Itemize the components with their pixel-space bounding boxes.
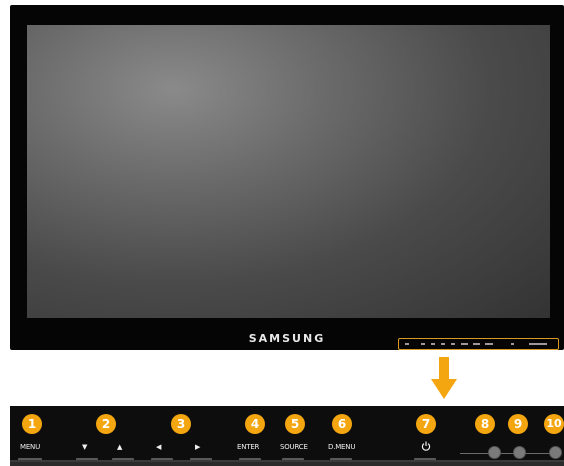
mini-button-icon [405, 343, 409, 345]
mini-button-icon [451, 343, 455, 345]
sensor-10 [549, 446, 562, 459]
sensor-9 [513, 446, 526, 459]
badge-4: 4 [245, 414, 265, 434]
right-triangle-icon: ▶ [195, 443, 201, 451]
mini-button-icon [421, 343, 425, 345]
badge-7: 7 [416, 414, 436, 434]
mini-button-icon [485, 343, 493, 345]
mini-button-icon [461, 343, 468, 345]
badge-9: 9 [508, 414, 528, 434]
source-label: SOURCE [280, 443, 308, 451]
badge-1: 1 [22, 414, 42, 434]
badge-5: 5 [285, 414, 305, 434]
mini-control-panel [398, 338, 559, 350]
monitor: SAMSUNG [10, 5, 564, 350]
badge-3: 3 [171, 414, 191, 434]
sensor-strip [460, 453, 555, 454]
badge-6: 6 [332, 414, 352, 434]
panel-bottom-edge [10, 462, 564, 466]
dmenu-label: D.MENU [328, 443, 356, 451]
mini-button-icon [511, 343, 514, 345]
enter-label: ENTER [237, 443, 260, 451]
down-arrow-icon [431, 357, 457, 399]
left-triangle-icon: ◀ [156, 443, 162, 451]
up-triangle-icon: ▲ [117, 443, 123, 451]
sensor-8 [488, 446, 501, 459]
badge-8: 8 [475, 414, 495, 434]
menu-label: MENU [20, 443, 41, 451]
mini-button-icon [441, 343, 445, 345]
power-icon [421, 441, 431, 451]
mini-button-icon [473, 343, 480, 345]
mini-button-icon [431, 343, 435, 345]
badge-2: 2 [96, 414, 116, 434]
down-triangle-icon: ▼ [82, 443, 88, 451]
mini-sensor-icon [529, 343, 547, 345]
monitor-screen [27, 25, 550, 318]
badge-10: 10 [544, 414, 564, 434]
control-panel: 1 2 3 4 5 6 7 8 9 10 MENU ▼ ▲ ◀ ▶ ENTER … [10, 406, 564, 462]
